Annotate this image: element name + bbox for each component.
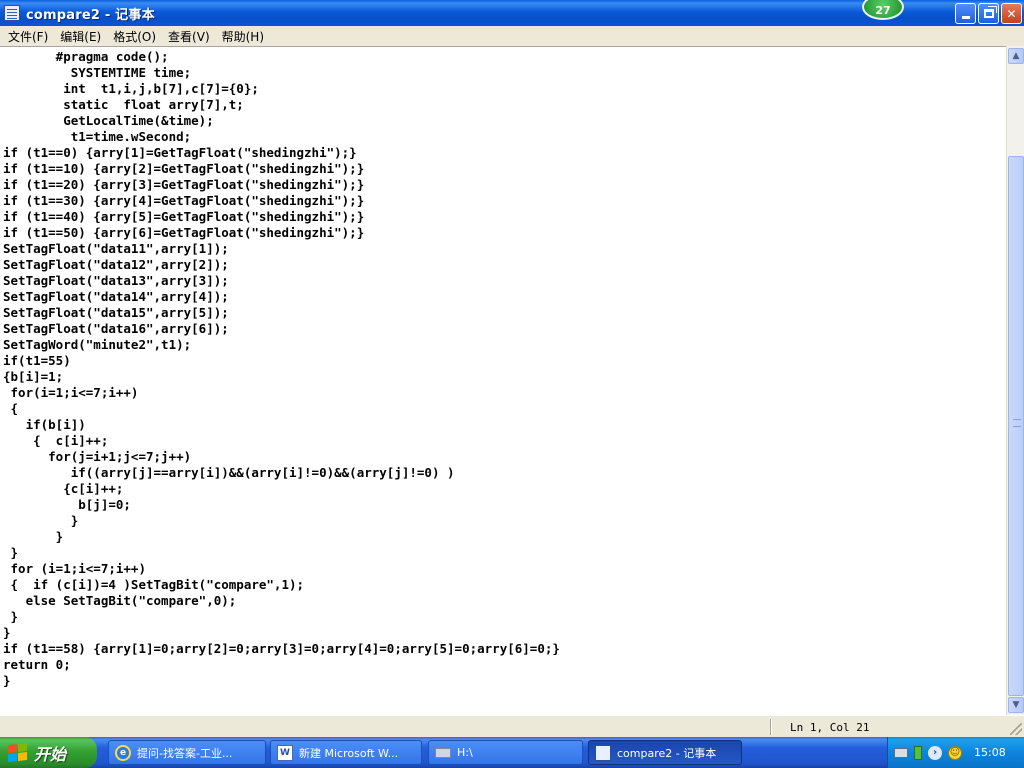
restore-icon	[983, 6, 997, 18]
taskbar-item-drive[interactable]: H:\	[428, 740, 583, 765]
scroll-down-button[interactable]: ▼	[1008, 697, 1024, 713]
grip-icon	[1013, 419, 1021, 427]
arrow-down-icon: ▼	[1012, 700, 1020, 710]
taskbar: 开始 e 提问-找答案-工业... W 新建 Microsoft W... H:…	[0, 737, 1024, 768]
vertical-scrollbar[interactable]: ▲ ▼	[1006, 46, 1024, 715]
status-bar: Ln 1, Col 21	[0, 715, 1024, 737]
task-label: 新建 Microsoft W...	[299, 746, 399, 760]
resize-grip-icon[interactable]	[1010, 723, 1022, 735]
restore-button[interactable]	[978, 3, 999, 24]
menu-file[interactable]: 文件(F)	[2, 28, 54, 45]
arrow-icon[interactable]: ›	[928, 745, 942, 760]
taskbar-item-browser[interactable]: e 提问-找答案-工业...	[108, 740, 266, 765]
scroll-up-button[interactable]: ▲	[1008, 48, 1024, 64]
status-divider	[770, 719, 772, 735]
start-label: 开始	[34, 744, 67, 764]
editor-content[interactable]: #pragma code(); SYSTEMTIME time; int t1,…	[3, 49, 560, 689]
menu-help[interactable]: 帮助(H)	[216, 28, 270, 45]
minimize-icon	[961, 16, 970, 19]
keyboard-icon[interactable]	[894, 747, 908, 758]
windows-logo-icon	[8, 742, 28, 762]
system-tray: › ☺ 15:08	[887, 737, 1024, 768]
start-button[interactable]: 开始	[0, 737, 97, 768]
arrow-up-icon: ▲	[1012, 51, 1020, 61]
task-label: compare2 - 记事本	[617, 746, 717, 760]
power-icon[interactable]	[914, 745, 922, 760]
clock[interactable]: 15:08	[974, 746, 1006, 759]
taskbar-item-notepad[interactable]: compare2 - 记事本	[588, 740, 742, 765]
title-bar[interactable]: compare2 - 记事本 27 ✕	[0, 0, 1024, 26]
minimize-button[interactable]	[955, 3, 976, 24]
close-button[interactable]: ✕	[1001, 3, 1022, 24]
menu-view[interactable]: 查看(V)	[162, 28, 216, 45]
close-icon: ✕	[1006, 6, 1017, 21]
window-title: compare2 - 记事本	[26, 7, 155, 23]
notification-badge[interactable]: 27	[862, 0, 904, 20]
cursor-position: Ln 1, Col 21	[790, 721, 870, 734]
menu-edit[interactable]: 编辑(E)	[54, 28, 107, 45]
task-label: 提问-找答案-工业...	[137, 746, 233, 760]
menu-bar: 文件(F) 编辑(E) 格式(O) 查看(V) 帮助(H)	[0, 26, 1024, 46]
notepad-icon	[595, 744, 611, 761]
notepad-icon[interactable]	[4, 5, 20, 21]
ie-icon: e	[115, 744, 131, 761]
messenger-icon[interactable]: ☺	[948, 745, 962, 760]
text-editor[interactable]: #pragma code(); SYSTEMTIME time; int t1,…	[0, 46, 1006, 715]
scroll-thumb[interactable]	[1008, 156, 1024, 696]
drive-icon	[435, 747, 451, 758]
task-label: H:\	[457, 746, 473, 759]
word-icon: W	[277, 744, 293, 761]
menu-format[interactable]: 格式(O)	[107, 28, 162, 45]
taskbar-item-word[interactable]: W 新建 Microsoft W...	[270, 740, 422, 765]
